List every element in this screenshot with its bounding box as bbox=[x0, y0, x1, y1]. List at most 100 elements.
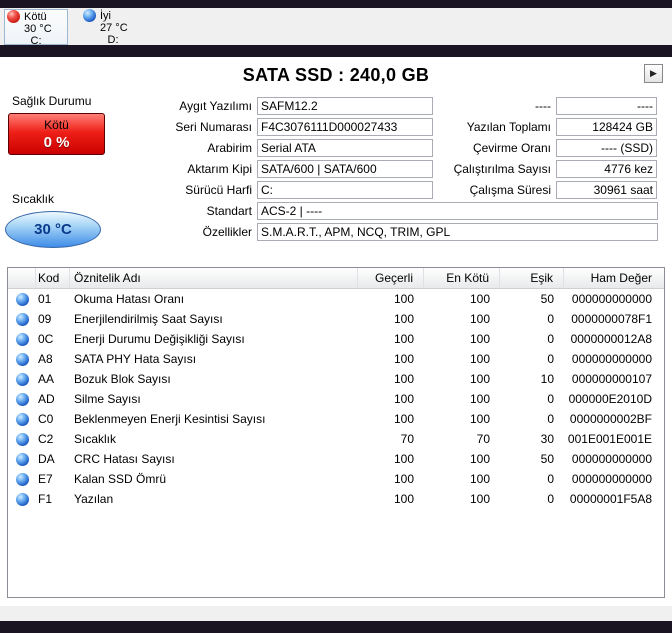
name-column-header: Öznitelik Adı bbox=[70, 268, 358, 288]
toolbar-separator bbox=[0, 45, 672, 57]
stats-field-row: Yazılan Toplamı 128424 GB bbox=[437, 116, 657, 137]
attribute-name: Silme Sayısı bbox=[70, 392, 358, 406]
attribute-raw: 0000000012A8 bbox=[564, 332, 664, 346]
attribute-raw: 001E001E001E bbox=[564, 432, 664, 446]
attribute-raw: 000000000000 bbox=[564, 352, 664, 366]
attribute-name: CRC Hatası Sayısı bbox=[70, 452, 358, 466]
attribute-status-led-icon bbox=[16, 293, 29, 306]
smart-attribute-row: A8 SATA PHY Hata Sayısı 100 100 0 000000… bbox=[8, 349, 664, 369]
attribute-name: SATA PHY Hata Sayısı bbox=[70, 352, 358, 366]
drive-health-status: İyi bbox=[100, 10, 111, 22]
attribute-led-cell bbox=[8, 289, 36, 309]
drive-tab-status-line: İyi bbox=[83, 9, 143, 22]
code-column-header: Kod bbox=[36, 268, 70, 288]
attribute-worst: 100 bbox=[424, 292, 500, 306]
attribute-worst: 100 bbox=[424, 372, 500, 386]
info-field-label: Arabirim bbox=[0, 141, 257, 155]
smart-attribute-row: 01 Okuma Hatası Oranı 100 100 50 0000000… bbox=[8, 289, 664, 309]
drive-tab[interactable]: Kötü 30 °C C: bbox=[4, 9, 68, 45]
attribute-current: 100 bbox=[358, 452, 424, 466]
stats-field-value: 4776 kez bbox=[556, 160, 657, 178]
raw-column-header: Ham Değer bbox=[564, 268, 664, 288]
attribute-name: Enerji Durumu Değişikliği Sayısı bbox=[70, 332, 358, 346]
current-column-header: Geçerli bbox=[358, 268, 424, 288]
info-field-value: ACS-2 | ---- bbox=[257, 202, 658, 220]
attribute-worst: 100 bbox=[424, 412, 500, 426]
attribute-raw: 000000000000 bbox=[564, 292, 664, 306]
info-field-label: Özellikler bbox=[0, 225, 257, 239]
attribute-status-led-icon bbox=[16, 313, 29, 326]
attribute-status-led-icon bbox=[16, 453, 29, 466]
attribute-raw: 0000000078F1 bbox=[564, 312, 664, 326]
info-field-value: Serial ATA bbox=[257, 139, 433, 157]
attribute-status-led-icon bbox=[16, 393, 29, 406]
attribute-name: Enerjilendirilmiş Saat Sayısı bbox=[70, 312, 358, 326]
attribute-status-led-icon bbox=[16, 413, 29, 426]
attribute-led-cell bbox=[8, 489, 36, 509]
attribute-worst: 100 bbox=[424, 472, 500, 486]
drive-health-led-icon bbox=[7, 10, 20, 23]
smart-table-header: Kod Öznitelik Adı Geçerli En Kötü Eşik H… bbox=[8, 268, 664, 289]
stats-field-value: 128424 GB bbox=[556, 118, 657, 136]
info-field-row: Özellikler S.M.A.R.T., APM, NCQ, TRIM, G… bbox=[0, 221, 658, 242]
play-icon: ▶ bbox=[650, 69, 657, 79]
attribute-threshold: 10 bbox=[500, 372, 564, 386]
attribute-led-cell bbox=[8, 329, 36, 349]
threshold-column-header: Eşik bbox=[500, 268, 564, 288]
attribute-threshold: 0 bbox=[500, 392, 564, 406]
attribute-led-cell bbox=[8, 389, 36, 409]
info-field-label: Aygıt Yazılımı bbox=[0, 99, 257, 113]
attribute-current: 100 bbox=[358, 472, 424, 486]
attribute-led-cell bbox=[8, 469, 36, 489]
stats-field-value: ---- (SSD) bbox=[556, 139, 657, 157]
stats-field-label: ---- bbox=[437, 99, 556, 113]
attribute-worst: 100 bbox=[424, 332, 500, 346]
attribute-worst: 100 bbox=[424, 352, 500, 366]
info-field-value: F4C3076111D000027433 bbox=[257, 118, 433, 136]
attribute-led-cell bbox=[8, 369, 36, 389]
drive-temperature: 30 °C bbox=[7, 23, 65, 35]
bottom-bar bbox=[0, 621, 672, 633]
info-field-value: SATA/600 | SATA/600 bbox=[257, 160, 433, 178]
attribute-led-cell bbox=[8, 309, 36, 329]
attribute-threshold: 0 bbox=[500, 412, 564, 426]
attribute-code: 01 bbox=[36, 292, 70, 306]
attribute-threshold: 0 bbox=[500, 472, 564, 486]
attribute-threshold: 0 bbox=[500, 332, 564, 346]
attribute-threshold: 0 bbox=[500, 352, 564, 366]
graph-button[interactable]: ▶ bbox=[644, 64, 663, 83]
drive-tab[interactable]: İyi 27 °C D: bbox=[81, 9, 145, 45]
attribute-current: 100 bbox=[358, 392, 424, 406]
attribute-code: C0 bbox=[36, 412, 70, 426]
smart-table-body: 01 Okuma Hatası Oranı 100 100 50 0000000… bbox=[8, 289, 664, 509]
attribute-code: C2 bbox=[36, 432, 70, 446]
drive-tab-strip: Kötü 30 °C C: İyi 27 °C D: bbox=[0, 8, 672, 45]
attribute-current: 100 bbox=[358, 312, 424, 326]
attribute-threshold: 0 bbox=[500, 492, 564, 506]
attribute-led-cell bbox=[8, 449, 36, 469]
attribute-raw: 000000000000 bbox=[564, 472, 664, 486]
attribute-code: 0C bbox=[36, 332, 70, 346]
attribute-name: Beklenmeyen Enerji Kesintisi Sayısı bbox=[70, 412, 358, 426]
attribute-status-led-icon bbox=[16, 473, 29, 486]
smart-attribute-row: DA CRC Hatası Sayısı 100 100 50 00000000… bbox=[8, 449, 664, 469]
attribute-status-led-icon bbox=[16, 493, 29, 506]
attribute-status-led-icon bbox=[16, 353, 29, 366]
crystaldiskinfo-window: Kötü 30 °C C: İyi 27 °C D: SATA SSD : 24… bbox=[0, 0, 672, 633]
drive-tab-status-line: Kötü bbox=[7, 10, 65, 23]
info-field-value: S.M.A.R.T., APM, NCQ, TRIM, GPL bbox=[257, 223, 658, 241]
smart-attribute-row: C0 Beklenmeyen Enerji Kesintisi Sayısı 1… bbox=[8, 409, 664, 429]
attribute-current: 100 bbox=[358, 352, 424, 366]
attribute-threshold: 30 bbox=[500, 432, 564, 446]
smart-attribute-row: C2 Sıcaklık 70 70 30 001E001E001E bbox=[8, 429, 664, 449]
attribute-worst: 100 bbox=[424, 392, 500, 406]
stats-field-row: Çalıştırılma Sayısı 4776 kez bbox=[437, 158, 657, 179]
attribute-code: AA bbox=[36, 372, 70, 386]
stats-field-label: Yazılan Toplamı bbox=[437, 120, 556, 134]
attribute-threshold: 50 bbox=[500, 452, 564, 466]
stats-field-row: Çevirme Oranı ---- (SSD) bbox=[437, 137, 657, 158]
smart-attribute-row: F1 Yazılan 100 100 0 00000001F5A8 bbox=[8, 489, 664, 509]
attribute-raw: 000000000000 bbox=[564, 452, 664, 466]
attribute-current: 100 bbox=[358, 332, 424, 346]
info-field-value: SAFM12.2 bbox=[257, 97, 433, 115]
